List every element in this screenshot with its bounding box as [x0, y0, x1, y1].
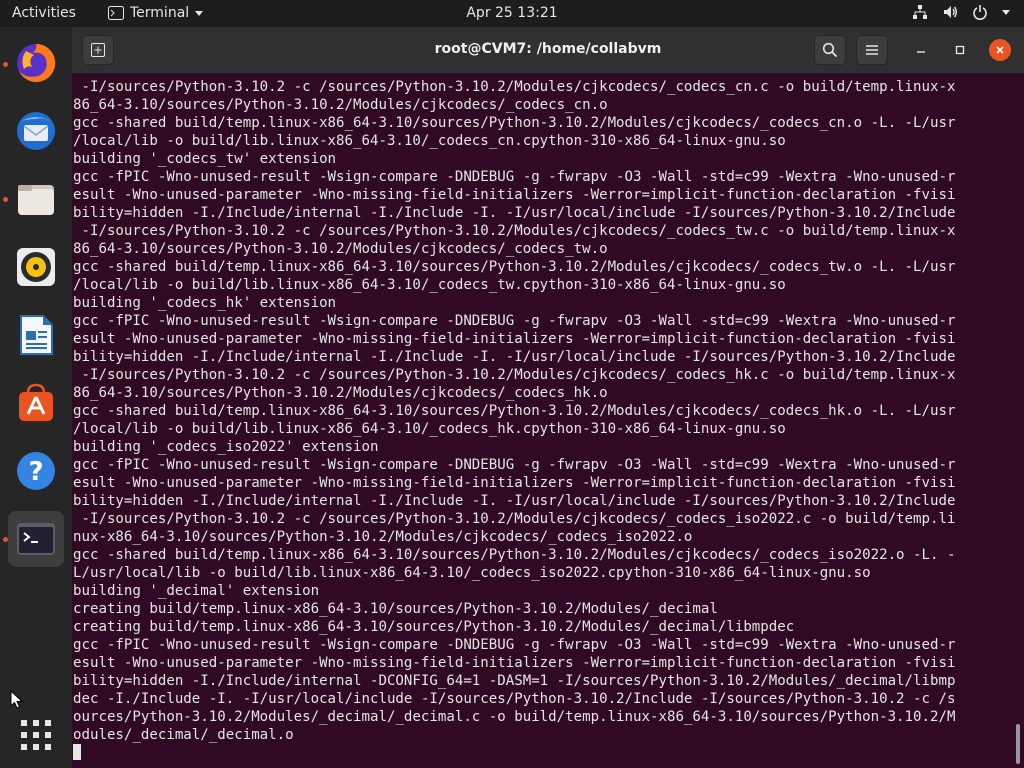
terminal-line: creating build/temp.linux-x86_64-3.10/so…: [73, 601, 718, 617]
terminal-line: odules/_decimal/_decimal.o: [73, 727, 294, 743]
terminal-line: gcc -fPIC -Wno-unused-result -Wsign-comp…: [73, 457, 956, 473]
terminal-line: 86_64-3.10/sources/Python-3.10.2/Modules…: [73, 241, 608, 257]
dock-item-terminal[interactable]: [8, 511, 64, 567]
terminal-header-bar[interactable]: root@CVM7: /home/collabvm: [72, 27, 1024, 74]
terminal-line: bility=hidden -I./Include/internal -I./I…: [73, 493, 956, 509]
close-button[interactable]: [989, 39, 1011, 61]
terminal-line: building '_codecs_tw' extension: [73, 151, 337, 167]
dock-item-rhythmbox[interactable]: [8, 239, 64, 295]
help-icon: ?: [17, 452, 55, 490]
maximize-button[interactable]: [949, 39, 971, 61]
terminal-line: gcc -fPIC -Wno-unused-result -Wsign-comp…: [73, 313, 956, 329]
volume-icon[interactable]: [942, 4, 958, 20]
mouse-pointer-icon: [10, 690, 24, 709]
thunderbird-icon: [17, 112, 55, 150]
terminal-scrollbar[interactable]: [1016, 724, 1020, 764]
close-icon: [996, 46, 1004, 54]
terminal-line: bility=hidden -I./Include/internal -I./I…: [73, 205, 956, 221]
search-icon: [822, 42, 838, 58]
terminal-line: /local/lib -o build/lib.linux-x86_64-3.1…: [73, 277, 786, 293]
menu-icon: [866, 45, 878, 55]
terminal-line: bility=hidden -I./Include/internal -I./I…: [73, 349, 956, 365]
terminal-line: -I/sources/Python-3.10.2 -c /sources/Pyt…: [73, 223, 956, 239]
network-icon[interactable]: [912, 4, 928, 20]
minimize-button[interactable]: [910, 39, 932, 61]
dock: ?: [0, 27, 72, 768]
maximize-icon: [955, 45, 965, 55]
firefox-icon: [17, 43, 56, 82]
terminal-line: gcc -fPIC -Wno-unused-result -Wsign-comp…: [73, 169, 956, 185]
dock-item-files[interactable]: [8, 171, 64, 227]
terminal-output[interactable]: -I/sources/Python-3.10.2 -c /sources/Pyt…: [72, 74, 1024, 768]
terminal-line: bility=hidden -I./Include/internal -DCON…: [73, 673, 956, 689]
terminal-line: gcc -shared build/temp.linux-x86_64-3.10…: [73, 259, 956, 275]
terminal-line: esult -Wno-unused-parameter -Wno-missing…: [73, 655, 956, 671]
dock-item-firefox[interactable]: [8, 35, 64, 91]
terminal-line: esult -Wno-unused-parameter -Wno-missing…: [73, 475, 956, 491]
terminal-line: /local/lib -o build/lib.linux-x86_64-3.1…: [73, 421, 786, 437]
show-applications-icon: [21, 720, 51, 750]
terminal-line: dec -I./Include -I. -I/usr/local/include…: [73, 691, 956, 707]
terminal-line: building '_decimal' extension: [73, 583, 320, 599]
clock[interactable]: Apr 25 13:21: [466, 5, 557, 21]
terminal-line: 86_64-3.10/sources/Python-3.10.2/Modules…: [73, 97, 608, 113]
dock-item-help[interactable]: ?: [8, 443, 64, 499]
terminal-line: 86_64-3.10/sources/Python-3.10.2/Modules…: [73, 385, 608, 401]
terminal-line: -I/sources/Python-3.10.2 -c /sources/Pyt…: [73, 79, 956, 95]
dock-item-app-store[interactable]: [8, 375, 64, 431]
terminal-line: ources/Python-3.10.2/Modules/_decimal/_d…: [73, 709, 956, 725]
terminal-line: gcc -fPIC -Wno-unused-result -Wsign-comp…: [73, 637, 956, 653]
terminal-line: nux-x86_64-3.10/sources/Python-3.10.2/Mo…: [73, 529, 693, 545]
terminal-line: gcc -shared build/temp.linux-x86_64-3.10…: [73, 547, 956, 563]
terminal-prompt-line[interactable]: [73, 744, 1013, 762]
terminal-line: creating build/temp.linux-x86_64-3.10/so…: [73, 619, 795, 635]
app-menu[interactable]: Terminal: [108, 5, 204, 21]
system-tray[interactable]: [912, 4, 1010, 20]
libreoffice-writer-icon: [20, 315, 53, 355]
terminal-line: building '_codecs_iso2022' extension: [73, 439, 379, 455]
svg-text:?: ?: [28, 457, 43, 487]
terminal-line: -I/sources/Python-3.10.2 -c /sources/Pyt…: [73, 511, 956, 527]
power-icon[interactable]: [972, 4, 988, 20]
activities-button[interactable]: Activities: [12, 5, 76, 21]
terminal-line: -I/sources/Python-3.10.2 -c /sources/Pyt…: [73, 367, 956, 383]
app-store-icon: [19, 383, 53, 421]
terminal-line: building '_codecs_hk' extension: [73, 295, 337, 311]
terminal-text: -I/sources/Python-3.10.2 -c /sources/Pyt…: [73, 78, 1013, 762]
dock-item-thunderbird[interactable]: [8, 103, 64, 159]
minimize-icon: [917, 51, 925, 53]
terminal-app-icon: [108, 6, 124, 20]
search-button[interactable]: [814, 35, 846, 65]
top-bar: Activities Terminal Apr 25 13:21: [0, 0, 1024, 27]
app-menu-chevron-icon: [195, 10, 204, 16]
dock-item-writer[interactable]: [8, 307, 64, 363]
terminal-icon: [17, 523, 55, 555]
rhythmbox-icon: [17, 248, 55, 286]
terminal-cursor: [73, 744, 81, 760]
terminal-line: gcc -shared build/temp.linux-x86_64-3.10…: [73, 115, 956, 131]
chevron-down-icon[interactable]: [1002, 9, 1010, 15]
files-icon: [18, 185, 54, 215]
terminal-line: gcc -shared build/temp.linux-x86_64-3.10…: [73, 403, 956, 419]
show-applications-button[interactable]: [8, 707, 64, 763]
terminal-line: /local/lib -o build/lib.linux-x86_64-3.1…: [73, 133, 786, 149]
terminal-line: esult -Wno-unused-parameter -Wno-missing…: [73, 187, 956, 203]
app-menu-label: Terminal: [130, 5, 190, 21]
terminal-line: L/usr/local/lib -o build/lib.linux-x86_6…: [73, 565, 871, 581]
menu-button[interactable]: [856, 35, 888, 65]
terminal-line: esult -Wno-unused-parameter -Wno-missing…: [73, 331, 956, 347]
